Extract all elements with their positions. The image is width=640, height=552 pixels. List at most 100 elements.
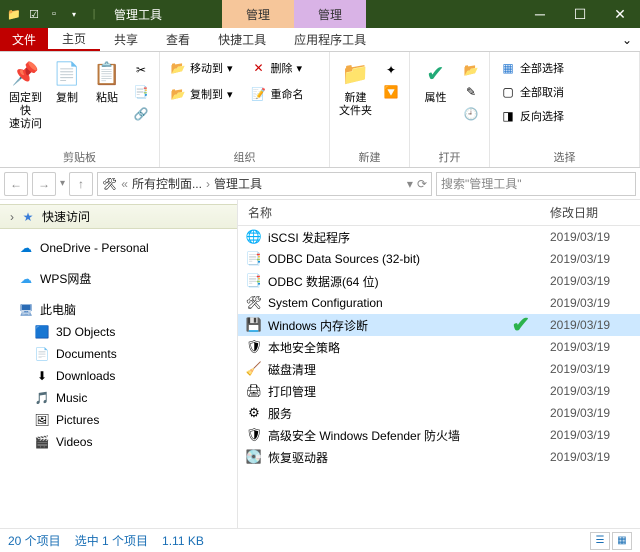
pc-icon: 🖥 bbox=[18, 302, 34, 318]
move-to-button[interactable]: 📂移动到 ▾ bbox=[166, 58, 237, 78]
qat-dropdown-icon[interactable]: ▾ bbox=[66, 6, 82, 22]
file-row[interactable]: 🖨打印管理2019/03/19 bbox=[238, 380, 640, 402]
tab-app[interactable]: 应用程序工具 bbox=[280, 28, 380, 51]
column-name[interactable]: 名称 bbox=[238, 204, 550, 221]
file-icon: 💽 bbox=[246, 449, 262, 465]
context-tab-manage-1[interactable]: 管理 bbox=[222, 0, 294, 28]
column-headers: 名称 修改日期 bbox=[238, 200, 640, 226]
status-item-count: 20 个项目 bbox=[8, 532, 61, 549]
select-none-button[interactable]: ▢全部取消 bbox=[496, 82, 568, 102]
cloud-icon: ☁ bbox=[18, 240, 34, 256]
sparkle-icon: ✦ bbox=[383, 62, 399, 78]
pin-button[interactable]: 📌固定到快 速访问 bbox=[6, 56, 45, 134]
sidebar-item-videos[interactable]: 🎬Videos bbox=[0, 431, 237, 453]
cloud-icon: ☁ bbox=[18, 271, 34, 287]
file-row[interactable]: 🛠System Configuration2019/03/19 bbox=[238, 292, 640, 314]
sidebar-item-3d-objects[interactable]: 🟦3D Objects bbox=[0, 321, 237, 343]
edit-icon: ✎ bbox=[463, 84, 479, 100]
tab-file[interactable]: 文件 bbox=[0, 28, 48, 51]
refresh-icon[interactable]: ⟳ bbox=[417, 177, 427, 191]
rename-icon: 📝 bbox=[251, 86, 267, 102]
easy-access-button[interactable]: 🔽 bbox=[379, 82, 403, 102]
copyto-icon: 📂 bbox=[170, 86, 186, 102]
folder-icon: 📁 bbox=[6, 6, 22, 22]
column-date[interactable]: 修改日期 bbox=[550, 204, 640, 221]
properties-icon: ✔ bbox=[420, 58, 452, 90]
tab-view[interactable]: 查看 bbox=[152, 28, 204, 51]
file-row[interactable]: 📑ODBC 数据源(64 位)2019/03/19 bbox=[238, 270, 640, 292]
sidebar-item-documents[interactable]: 📄Documents bbox=[0, 343, 237, 365]
file-row[interactable]: 💾Windows 内存诊断2019/03/19 bbox=[238, 314, 640, 336]
context-tab-manage-2[interactable]: 管理 bbox=[294, 0, 366, 28]
open-icon: 📂 bbox=[463, 62, 479, 78]
forward-button[interactable]: → bbox=[32, 172, 56, 196]
cut-small-button[interactable]: ✂ bbox=[129, 60, 153, 80]
select-all-button[interactable]: ▦全部选择 bbox=[496, 58, 568, 78]
back-button[interactable]: ← bbox=[4, 172, 28, 196]
view-thumb-button[interactable]: ▦ bbox=[612, 532, 632, 550]
sidebar-quick-access[interactable]: ›★快速访问 bbox=[0, 204, 237, 229]
ribbon-collapse-button[interactable]: ⌄ bbox=[614, 28, 640, 51]
file-icon: 🧹 bbox=[246, 361, 262, 377]
paste-button[interactable]: 📋粘贴 bbox=[89, 56, 125, 107]
copypath-small-button[interactable]: 📑 bbox=[129, 82, 153, 102]
view-details-button[interactable]: ☰ bbox=[590, 532, 610, 550]
sidebar-onedrive[interactable]: ☁OneDrive - Personal bbox=[0, 237, 237, 259]
file-row[interactable]: 🛡高级安全 Windows Defender 防火墙2019/03/19 bbox=[238, 424, 640, 446]
delete-button[interactable]: ✕删除 ▾ bbox=[247, 58, 308, 78]
file-row[interactable]: 🛡本地安全策略2019/03/19 bbox=[238, 336, 640, 358]
doc-icon[interactable]: ▫ bbox=[46, 6, 62, 22]
copy-button[interactable]: 📄复制 bbox=[49, 56, 85, 107]
paste-shortcut-button[interactable]: 🔗 bbox=[129, 104, 153, 124]
sidebar-thispc[interactable]: 🖥此电脑 bbox=[0, 298, 237, 321]
file-row[interactable]: ⚙服务2019/03/19 bbox=[238, 402, 640, 424]
folder-icon: 🖼 bbox=[34, 412, 50, 428]
search-input[interactable]: 搜索"管理工具" bbox=[436, 172, 636, 196]
tab-share[interactable]: 共享 bbox=[100, 28, 152, 51]
folder-icon: 📄 bbox=[34, 346, 50, 362]
file-icon: 🛡 bbox=[246, 339, 262, 355]
folder-icon: ⬇ bbox=[34, 368, 50, 384]
tab-shortcut[interactable]: 快捷工具 bbox=[204, 28, 280, 51]
file-icon: 🖨 bbox=[246, 383, 262, 399]
status-size: 1.11 KB bbox=[162, 534, 204, 548]
maximize-button[interactable]: ☐ bbox=[560, 0, 600, 28]
copy-to-button[interactable]: 📂复制到 ▾ bbox=[166, 84, 237, 104]
moveto-icon: 📂 bbox=[170, 60, 186, 76]
close-button[interactable]: ✕ bbox=[600, 0, 640, 28]
file-row[interactable]: 🧹磁盘清理2019/03/19 bbox=[238, 358, 640, 380]
checkbox-icon[interactable]: ☑ bbox=[26, 6, 42, 22]
new-item-button[interactable]: ✦ bbox=[379, 60, 403, 80]
file-row[interactable]: 💽恢复驱动器2019/03/19 bbox=[238, 446, 640, 468]
ribbon-tabs: 文件 主页 共享 查看 快捷工具 应用程序工具 ⌄ bbox=[0, 28, 640, 52]
file-row[interactable]: 📑ODBC Data Sources (32-bit)2019/03/19 bbox=[238, 248, 640, 270]
sidebar-item-downloads[interactable]: ⬇Downloads bbox=[0, 365, 237, 387]
new-folder-icon: 📁 bbox=[340, 58, 372, 90]
history-small-button[interactable]: 🕘 bbox=[459, 104, 483, 124]
address-bar[interactable]: 🛠 « 所有控制面... › 管理工具 ▾ ⟳ bbox=[97, 172, 432, 196]
edit-small-button[interactable]: ✎ bbox=[459, 82, 483, 102]
rename-button[interactable]: 📝重命名 bbox=[247, 84, 308, 104]
file-icon: 📑 bbox=[246, 273, 262, 289]
group-clipboard-label: 剪贴板 bbox=[6, 147, 153, 165]
star-icon: ★ bbox=[20, 209, 36, 225]
sidebar-wps[interactable]: ☁WPS网盘 bbox=[0, 267, 237, 290]
properties-button[interactable]: ✔属性 bbox=[416, 56, 455, 107]
location-icon: 🛠 bbox=[102, 177, 117, 191]
sidebar-item-music[interactable]: 🎵Music bbox=[0, 387, 237, 409]
breadcrumb-2[interactable]: 管理工具 bbox=[214, 175, 262, 192]
breadcrumb-1[interactable]: 所有控制面... bbox=[132, 175, 202, 192]
addr-dropdown-icon[interactable]: ▾ bbox=[407, 177, 413, 191]
new-folder-button[interactable]: 📁新建 文件夹 bbox=[336, 56, 375, 120]
folder-icon: 🎵 bbox=[34, 390, 50, 406]
up-button[interactable]: ↑ bbox=[69, 172, 93, 196]
file-row[interactable]: 🌐iSCSI 发起程序2019/03/19 bbox=[238, 226, 640, 248]
minimize-button[interactable]: ─ bbox=[520, 0, 560, 28]
recent-locations-icon[interactable]: ▾ bbox=[60, 178, 65, 189]
invert-selection-button[interactable]: ◨反向选择 bbox=[496, 106, 568, 126]
open-small-button[interactable]: 📂 bbox=[459, 60, 483, 80]
file-icon: 🛡 bbox=[246, 427, 262, 443]
sidebar-item-pictures[interactable]: 🖼Pictures bbox=[0, 409, 237, 431]
green-check-icon: ✔ bbox=[512, 312, 530, 338]
tab-home[interactable]: 主页 bbox=[48, 28, 100, 51]
